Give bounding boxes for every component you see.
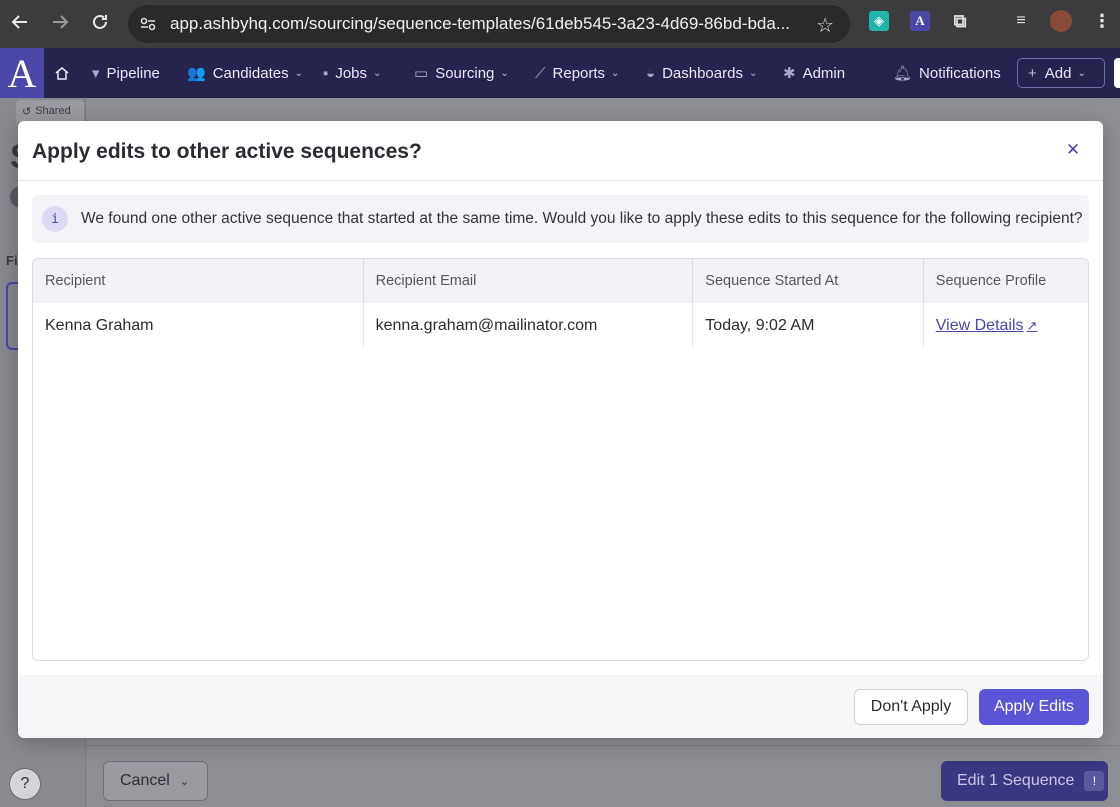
nav-candidates[interactable]: 👥 Candidates ⌄ bbox=[187, 48, 303, 98]
cancel-button-label: Cancel bbox=[120, 772, 170, 789]
sequence-profile-cell: View Details ↗ bbox=[923, 303, 1088, 348]
media-control-icon[interactable]: ≡ bbox=[1011, 11, 1031, 31]
url-text: app.ashbyhq.com/sourcing/sequence-templa… bbox=[170, 14, 790, 33]
warning-badge: ! bbox=[1084, 771, 1105, 791]
bell-icon: 🔔︎ bbox=[893, 65, 913, 82]
nav-pipeline-label: Pipeline bbox=[106, 64, 160, 82]
chevron-down-icon: ⌄ bbox=[500, 67, 509, 79]
extensions-puzzle-icon[interactable]: ⧉ bbox=[950, 11, 970, 31]
briefcase-icon: ▪ bbox=[323, 64, 329, 82]
chart-icon: ⟋ bbox=[535, 64, 546, 82]
recipient-name: Kenna Graham bbox=[33, 303, 364, 348]
nav-jobs[interactable]: ▪ Jobs ⌄ bbox=[323, 48, 381, 98]
forward-arrow-icon[interactable] bbox=[48, 10, 72, 34]
external-link-icon: ↗ bbox=[1026, 317, 1038, 333]
chevron-down-icon: ⌄ bbox=[373, 67, 382, 79]
add-button[interactable]: + Add ⌄ bbox=[1017, 58, 1105, 88]
back-arrow-icon[interactable] bbox=[8, 10, 32, 34]
profile-avatar[interactable] bbox=[1050, 10, 1072, 32]
view-details-label: View Details bbox=[935, 316, 1024, 334]
chevron-down-icon: ⌄ bbox=[294, 67, 303, 79]
extension-diamond-icon[interactable]: ◈ bbox=[869, 11, 889, 31]
sequence-started-at: Today, 9:02 AM bbox=[692, 303, 924, 348]
nav-notifications[interactable]: 🔔︎ Notifications bbox=[893, 48, 1001, 98]
history-icon: ↺ bbox=[22, 105, 32, 118]
help-button[interactable]: ? bbox=[9, 768, 41, 800]
column-header-recipient: Recipient bbox=[33, 259, 364, 303]
modal-header: Apply edits to other active sequences? ✕ bbox=[18, 121, 1103, 181]
nav-reports-label: Reports bbox=[552, 64, 606, 82]
cancel-button[interactable]: Cancel ⌄ bbox=[103, 761, 208, 801]
home-icon[interactable] bbox=[54, 48, 77, 98]
browser-menu-icon[interactable]: ⋮ bbox=[1092, 11, 1112, 31]
nav-admin-label: Admin bbox=[802, 64, 846, 82]
people-icon: 👥 bbox=[187, 65, 206, 82]
address-bar[interactable]: app.ashbyhq.com/sourcing/sequence-templa… bbox=[128, 5, 850, 43]
nav-sourcing-label: Sourcing bbox=[435, 64, 495, 82]
shared-tab[interactable]: ↺ Shared bbox=[16, 100, 84, 122]
close-icon[interactable]: ✕ bbox=[1063, 140, 1083, 160]
plus-icon: + bbox=[1028, 64, 1037, 82]
modal-title: Apply edits to other active sequences? bbox=[32, 140, 422, 163]
chevron-down-icon: ⌄ bbox=[179, 775, 190, 788]
gear-icon: ✱ bbox=[783, 65, 796, 82]
ashby-logo[interactable]: A bbox=[0, 48, 44, 98]
chevron-down-icon: ⌄ bbox=[1077, 67, 1086, 79]
nav-candidates-label: Candidates bbox=[212, 64, 289, 82]
apply-edits-button[interactable]: Apply Edits bbox=[979, 689, 1089, 725]
nav-sourcing[interactable]: ▭ Sourcing ⌄ bbox=[414, 48, 509, 98]
reload-icon[interactable] bbox=[88, 10, 112, 34]
bookmark-star-icon[interactable]: ☆ bbox=[816, 13, 834, 38]
info-text: We found one other active sequence that … bbox=[81, 210, 1083, 227]
nav-jobs-label: Jobs bbox=[335, 64, 368, 82]
chevron-down-icon: ⌄ bbox=[748, 67, 758, 79]
gauge-icon: ◒ bbox=[646, 64, 656, 82]
edit-sequence-label: Edit 1 Sequence bbox=[957, 772, 1075, 789]
info-callout: i We found one other active sequence tha… bbox=[32, 195, 1089, 243]
site-settings-icon[interactable] bbox=[138, 14, 158, 34]
browser-toolbar: app.ashbyhq.com/sourcing/sequence-templa… bbox=[0, 0, 1120, 48]
filter-icon: ▾ bbox=[92, 65, 100, 82]
edit-sequence-button[interactable]: Edit 1 Sequence ! bbox=[941, 761, 1108, 801]
extension-ashby-icon[interactable]: A bbox=[910, 11, 930, 31]
apply-edits-modal: Apply edits to other active sequences? ✕… bbox=[18, 121, 1103, 738]
nav-admin[interactable]: ✱ Admin bbox=[783, 48, 845, 98]
nav-pipeline[interactable]: ▾ Pipeline bbox=[92, 48, 160, 98]
app-navigation: A ▾ Pipeline 👥 Candidates ⌄ ▪ Jobs ⌄ ▭ Sourcin… bbox=[0, 48, 1120, 98]
dont-apply-button[interactable]: Don't Apply bbox=[854, 689, 968, 725]
info-icon: i bbox=[42, 206, 68, 232]
column-header-email: Recipient Email bbox=[363, 259, 694, 303]
add-button-label: Add bbox=[1044, 64, 1072, 82]
sourcing-icon: ▭ bbox=[414, 65, 429, 82]
chevron-down-icon: ⌄ bbox=[611, 67, 620, 79]
shared-tab-label: Shared bbox=[35, 105, 71, 117]
nav-dashboards-label: Dashboards bbox=[662, 64, 743, 82]
column-header-profile: Sequence Profile bbox=[923, 259, 1088, 303]
nav-dashboards[interactable]: ◒ Dashboards ⌄ bbox=[646, 48, 757, 98]
background-label-fragment: Fi bbox=[6, 253, 18, 268]
column-header-started-at: Sequence Started At bbox=[692, 259, 924, 303]
recipients-table: Recipient Recipient Email Sequence Start… bbox=[32, 258, 1089, 661]
table-header-row: Recipient Recipient Email Sequence Start… bbox=[33, 259, 1088, 303]
nav-notifications-label: Notifications bbox=[919, 64, 1001, 82]
recipient-email: kenna.graham@mailinator.com bbox=[363, 303, 694, 348]
nav-reports[interactable]: ⟋ Reports ⌄ bbox=[535, 48, 619, 98]
table-row: Kenna Graham kenna.graham@mailinator.com… bbox=[33, 303, 1088, 348]
nav-cutoff-button[interactable] bbox=[1114, 58, 1120, 88]
view-details-link[interactable]: View Details ↗ bbox=[936, 317, 1038, 335]
